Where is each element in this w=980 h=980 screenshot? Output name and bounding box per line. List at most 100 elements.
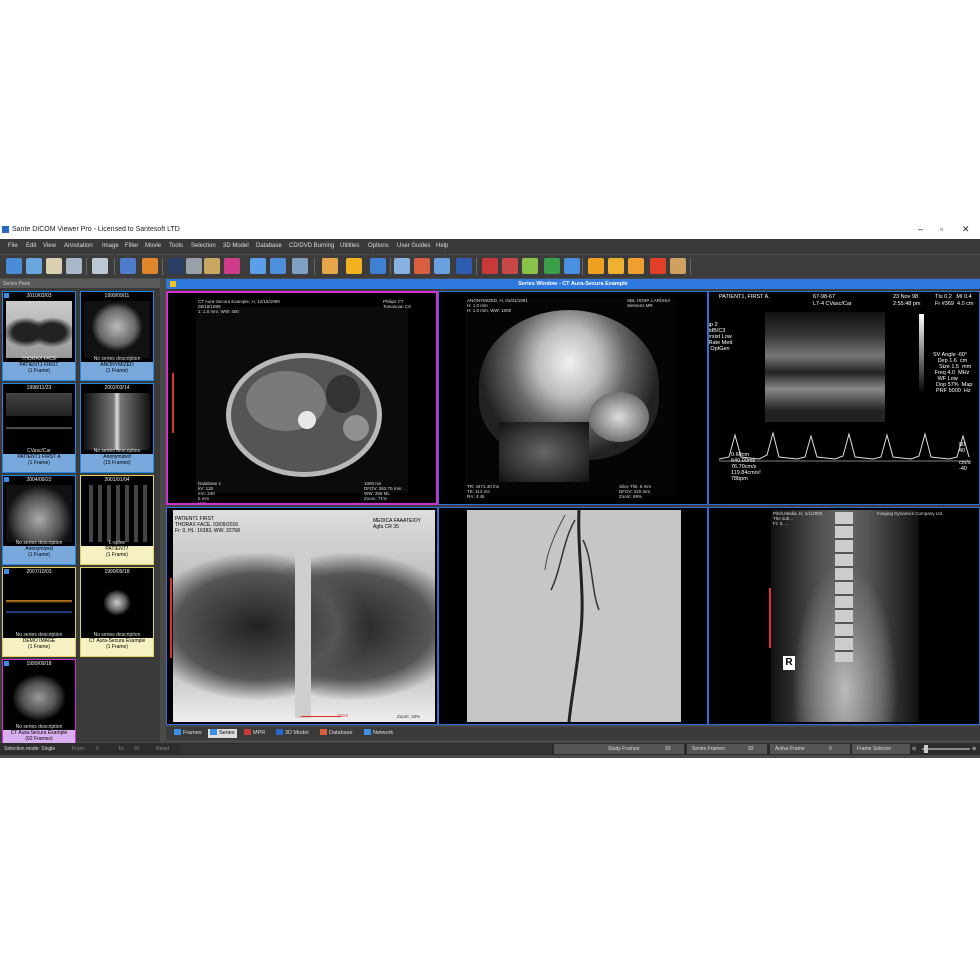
ortho-icon[interactable] <box>628 258 644 274</box>
thumb-image <box>6 577 72 634</box>
frame-slider-handle[interactable] <box>924 745 928 753</box>
ct-overlay-br: 1000 ms DFOV: 363.75 mm WW: 356 ML Zoom:… <box>364 481 402 501</box>
app-icon <box>2 226 9 233</box>
thumb-caption: Anonymized (15 Frames) <box>81 454 153 472</box>
brightness-icon[interactable] <box>346 258 362 274</box>
person-icon[interactable] <box>186 258 202 274</box>
tab-mpr[interactable]: MPR <box>242 729 267 738</box>
menu-database[interactable]: Database <box>256 243 282 249</box>
series-thumb-8[interactable]: 1999/09/18 No series description CT Aura… <box>80 567 154 657</box>
text-icon[interactable] <box>670 258 686 274</box>
thumb-date: 2007/10/03 <box>26 569 52 575</box>
tab-3d-model[interactable]: 3D Model <box>274 729 311 738</box>
rectangle-icon[interactable] <box>456 258 472 274</box>
cobb-icon[interactable] <box>608 258 624 274</box>
viewport-spine-xray[interactable]: Pitch,Media, H, 1/1/2000 The sub... Fr: … <box>708 507 980 725</box>
angio-branch <box>550 519 576 591</box>
ct-stomach <box>326 375 360 413</box>
angio-branch <box>544 514 566 571</box>
menu-file[interactable]: File <box>8 243 18 249</box>
rect-roi-icon[interactable] <box>502 258 518 274</box>
maximize-button[interactable]: ▫ <box>940 224 943 234</box>
fullscreen-icon[interactable] <box>270 258 286 274</box>
filter-icon[interactable] <box>224 258 240 274</box>
menu-tools[interactable]: Tools <box>169 243 183 249</box>
from-value[interactable]: 0 <box>96 743 99 755</box>
menu-options[interactable]: Options <box>368 243 389 249</box>
frame-slider[interactable] <box>922 748 970 750</box>
copy-icon[interactable] <box>92 258 108 274</box>
menu-3d-model[interactable]: 3D Model <box>223 243 249 249</box>
menu-selection[interactable]: Selection <box>191 243 216 249</box>
layout-icon[interactable] <box>292 258 308 274</box>
magnify-icon[interactable] <box>434 258 450 274</box>
eye-icon[interactable] <box>168 258 184 274</box>
series-thumb-3[interactable]: 1998/11/23 CVasc/Car PATIENT1 FIRST A (1 … <box>2 383 76 473</box>
print-icon[interactable] <box>66 258 82 274</box>
minimize-button[interactable]: – <box>918 224 923 234</box>
tab-series[interactable]: Series <box>208 729 237 738</box>
series-thumb-2[interactable]: 1999/09/11 No series description ANONYMI… <box>80 291 154 381</box>
open-icon[interactable] <box>6 258 22 274</box>
save-icon[interactable] <box>26 258 42 274</box>
menu-filter[interactable]: Filter <box>125 243 138 249</box>
pan-icon[interactable] <box>322 258 338 274</box>
mpr-icon <box>244 729 251 735</box>
image-icon[interactable] <box>204 258 220 274</box>
thumb-date: 2002/03/14 <box>104 385 130 391</box>
fit-icon[interactable] <box>250 258 266 274</box>
xray-overlay-tr: MEDICA FAAATEIOY Agfa CR 35 <box>373 518 421 530</box>
menu-movie[interactable]: Movie <box>145 243 161 249</box>
tab-frames[interactable]: Frames <box>172 729 204 738</box>
pencil-icon[interactable] <box>650 258 666 274</box>
series-thumb-7[interactable]: 2007/10/03 No series description DEMO IM… <box>2 567 76 657</box>
toolbar-separator <box>314 258 315 275</box>
ellipse-roi-icon[interactable] <box>482 258 498 274</box>
zoom-out-icon[interactable]: ⊖ <box>912 743 916 755</box>
menu-annotation[interactable]: Annotation <box>64 243 93 249</box>
xray-spine <box>295 538 311 718</box>
menu-help[interactable]: Help <box>436 243 448 249</box>
tab-network[interactable]: Network <box>362 729 395 738</box>
tab-database[interactable]: Database <box>318 729 355 738</box>
reset-button[interactable]: Reset <box>156 743 169 755</box>
menu-user-guides[interactable]: User Guides <box>397 243 430 249</box>
series-thumb-6[interactable]: 2001/01/04 L-spine PATIENT7 (1 Frame) <box>80 475 154 565</box>
close-button[interactable]: ✕ <box>962 224 970 235</box>
menu-image[interactable]: Image <box>102 243 119 249</box>
menu-edit[interactable]: Edit <box>26 243 36 249</box>
menu-cd-dvd-burning[interactable]: CD/DVD Burning <box>289 243 334 249</box>
magic-icon[interactable] <box>142 258 158 274</box>
menu-view[interactable]: View <box>43 243 56 249</box>
viewport-mr[interactable]: ANONYMIZED, H, 01/01/1991 H: 1.0 mm H: 1… <box>438 291 708 505</box>
scroll-icon[interactable] <box>370 258 386 274</box>
series-thumb-1[interactable]: 2010/03/03 THORAX FACE PATIENT1 FIRST (1 … <box>2 291 76 381</box>
us-velocity-scale: 80 40 cm/s -40 <box>959 442 971 472</box>
viewport-ultrasound[interactable]: PATIENT1, FIRST A. 67-98-67 L7-4 CVasc/C… <box>708 291 980 505</box>
line-icon[interactable] <box>544 258 560 274</box>
color-icon[interactable] <box>522 258 538 274</box>
to-value[interactable]: 91 <box>134 743 140 755</box>
zoom-in-icon[interactable]: ⊕ <box>972 743 976 755</box>
viewport-chest-xray[interactable]: PATIENT1 FIRST THORAX FACE, 03/09/2016 F… <box>166 507 438 725</box>
tab-label: Series <box>219 730 235 736</box>
menu-utilities[interactable]: Utilities <box>340 243 359 249</box>
frame-selector-label: Frame Selector <box>857 746 892 752</box>
angle-icon[interactable] <box>588 258 604 274</box>
series-thumb-4[interactable]: 2002/03/14 No series description Anonymi… <box>80 383 154 473</box>
series-thumb-9[interactable]: 1999/09/18 No series description CT Aura… <box>2 659 76 749</box>
zoom-icon[interactable] <box>394 258 410 274</box>
ct-overlay-top: CT Aura-Secura Example, H, 12/18/1999 08… <box>198 299 280 314</box>
xray-scale-bar <box>301 716 341 717</box>
angio-branch <box>582 539 600 611</box>
viewport-ct[interactable]: CT Aura-Secura Example, H, 12/18/1999 08… <box>166 291 438 505</box>
arrow-icon[interactable] <box>564 258 580 274</box>
series-thumb-5[interactable]: 2004/09/22 No series description Anonymi… <box>2 475 76 565</box>
rotate-icon[interactable] <box>120 258 136 274</box>
view-tabs: Frames Series MPR 3D Model Database Netw… <box>166 727 980 740</box>
cube-icon <box>276 729 283 735</box>
export-icon[interactable] <box>46 258 62 274</box>
viewport-angiography[interactable] <box>438 507 708 725</box>
zoom-region-icon[interactable] <box>414 258 430 274</box>
tab-label: MPR <box>253 730 266 736</box>
